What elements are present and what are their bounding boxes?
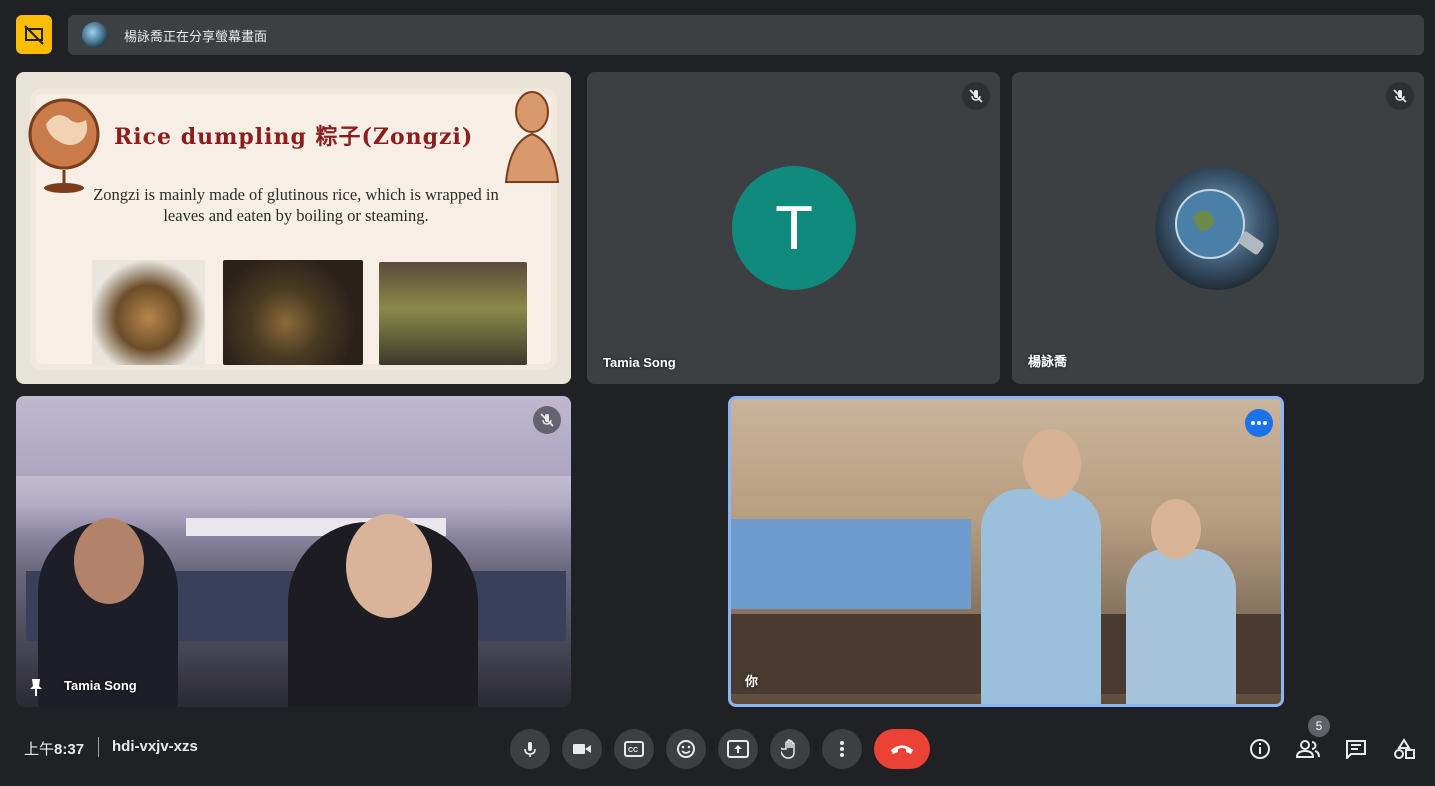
zongzi-photo-3 — [379, 262, 527, 365]
presentation-status-button[interactable] — [16, 15, 52, 54]
present-screen-icon — [727, 740, 749, 758]
presentation-tile[interactable]: Rice dumpling 粽子(Zongzi) Zongzi is mainl… — [16, 72, 571, 384]
leave-call-button[interactable] — [874, 729, 930, 769]
presenter-girl — [1126, 549, 1236, 704]
mic-off-badge — [962, 82, 990, 110]
time-prefix: 上午 — [24, 741, 55, 758]
slide-body-text: Zongzi is mainly made of glutinous rice,… — [93, 185, 499, 225]
avatar: T — [732, 166, 856, 290]
raise-hand-button[interactable] — [770, 729, 810, 769]
zongzi-photo-2 — [223, 260, 363, 365]
pin-icon[interactable] — [28, 677, 44, 697]
participant-name: Tamia Song — [64, 678, 137, 693]
present-off-icon — [24, 24, 44, 45]
student-left-face — [74, 518, 144, 604]
closed-captions-icon: CC — [624, 741, 644, 757]
participant-name: 楊詠喬 — [1028, 354, 1068, 369]
slide-title: Rice dumpling 粽子(Zongzi) — [114, 124, 474, 150]
participant-tile-classroom[interactable]: Tamia Song — [16, 396, 571, 707]
banner-text: 楊詠喬正在分享螢幕畫面 — [124, 28, 268, 44]
meeting-clock: 上午8:37 — [24, 738, 84, 759]
participant-name: Tamia Song — [603, 355, 676, 370]
microphone-button[interactable] — [510, 729, 550, 769]
info-icon — [1250, 739, 1270, 759]
present-screen-button[interactable] — [718, 729, 758, 769]
mic-off-icon — [969, 89, 983, 103]
hang-up-icon — [891, 745, 913, 754]
mic-off-badge — [1386, 82, 1414, 110]
avatar — [1155, 166, 1279, 290]
captions-button[interactable]: CC — [614, 729, 654, 769]
presenter-boy — [981, 489, 1101, 704]
meeting-details-button[interactable] — [1245, 734, 1275, 764]
mic-off-badge — [533, 406, 561, 434]
reactions-button[interactable] — [666, 729, 706, 769]
participant-name: 你 — [745, 674, 759, 689]
presenter-girl-face — [1151, 499, 1201, 559]
more-options-button[interactable] — [822, 729, 862, 769]
hand-icon — [781, 739, 795, 759]
camera-button[interactable] — [562, 729, 602, 769]
lightbulb-earth-icon — [1175, 189, 1264, 259]
presenter-boy-face — [1023, 429, 1081, 499]
presenter-avatar — [82, 22, 108, 48]
statue-bust-icon — [504, 91, 560, 183]
screen-share-banner: 楊詠喬正在分享螢幕畫面 — [68, 15, 1424, 55]
divider — [98, 737, 99, 757]
student-right-face — [346, 514, 432, 618]
wall-maps — [731, 519, 971, 609]
zongzi-photo-1 — [92, 260, 205, 365]
meeting-code: hdi-vxjv-xzs — [112, 738, 198, 755]
emoji-icon — [677, 740, 695, 758]
activities-button[interactable] — [1389, 734, 1419, 764]
people-icon — [1296, 740, 1320, 758]
mic-off-icon — [540, 413, 554, 427]
activities-shapes-icon — [1394, 738, 1415, 759]
svg-text:CC: CC — [628, 747, 638, 754]
video-camera-icon — [573, 744, 591, 754]
chat-icon — [1346, 740, 1366, 759]
participant-count-badge: 5 — [1308, 715, 1330, 737]
mic-icon — [524, 742, 536, 757]
time-value: 8:37 — [54, 741, 85, 758]
people-button[interactable] — [1293, 734, 1323, 764]
mic-off-icon — [1393, 89, 1407, 103]
globe-illustration-icon — [28, 98, 100, 193]
more-horizontal-icon — [1251, 421, 1267, 425]
more-options-button[interactable] — [1245, 409, 1273, 437]
participant-tile-self[interactable]: 你 — [728, 396, 1284, 707]
chat-button[interactable] — [1341, 734, 1371, 764]
more-vertical-icon — [840, 741, 844, 757]
